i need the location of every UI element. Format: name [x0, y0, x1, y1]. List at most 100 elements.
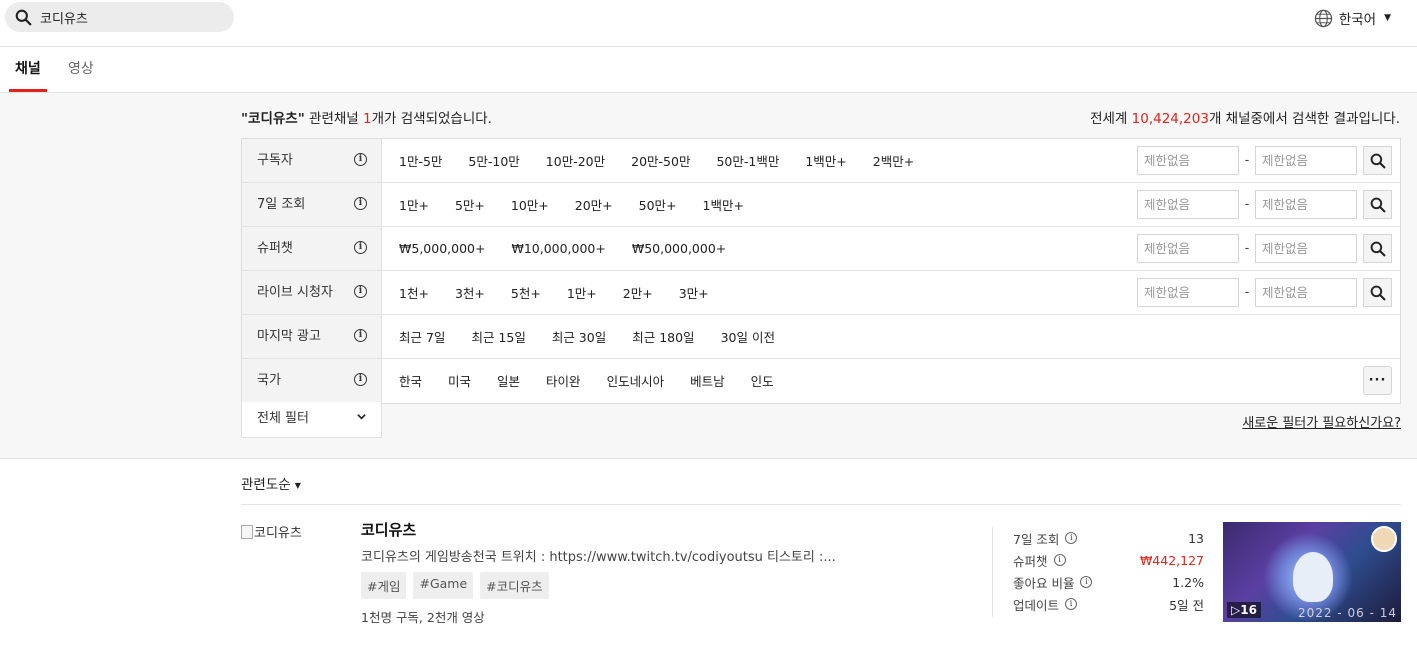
filter-option[interactable]: 1천+ [399, 283, 429, 302]
stat-row: 7일 조회 i 13 [1013, 527, 1204, 549]
range-search-button[interactable] [1363, 278, 1392, 307]
video-date: 2022 - 06 - 14 [1298, 606, 1397, 620]
range-dash: - [1244, 285, 1250, 300]
filter-option[interactable]: 3천+ [455, 283, 485, 302]
channel-tag[interactable]: #Game [413, 572, 474, 599]
range-dash: - [1244, 153, 1250, 168]
range-search-button[interactable] [1363, 234, 1392, 263]
filter-option[interactable]: 1만+ [399, 195, 429, 214]
filter-option[interactable]: ₩10,000,000+ [511, 241, 605, 256]
range-min-input[interactable] [1137, 190, 1239, 219]
avatar [1371, 526, 1397, 552]
more-options-button[interactable]: ··· [1363, 366, 1392, 395]
filter-option[interactable]: 5만-10만 [468, 151, 519, 170]
range-max-input[interactable] [1255, 278, 1357, 307]
filter-label: 마지막 광고 i [242, 315, 382, 358]
info-icon[interactable]: i [1065, 598, 1078, 610]
channel-name[interactable]: 코디유츠 [361, 519, 416, 540]
stat-row: 슈퍼챗 i ₩442,127 [1013, 549, 1204, 571]
filter-option[interactable]: 인도네시아 [607, 371, 665, 390]
filter-option[interactable]: 최근 15일 [471, 327, 525, 346]
filter-option[interactable]: 20만-50만 [631, 151, 690, 170]
search-box[interactable] [5, 2, 234, 32]
range-max-input[interactable] [1255, 190, 1357, 219]
filter-option[interactable]: 50만-1백만 [716, 151, 779, 170]
info-icon[interactable]: i [354, 373, 367, 386]
range-min-input[interactable] [1137, 234, 1239, 263]
filter-options: 1만-5만 5만-10만 10만-20만 20만-50만 50만-1백만 1백만+ 2백만+ [399, 139, 940, 182]
tab-video[interactable]: 영상 [62, 47, 100, 92]
sort-label: 관련도순 [241, 477, 291, 493]
filter-option[interactable]: 최근 7일 [399, 327, 445, 346]
range-min-input[interactable] [1137, 146, 1239, 175]
range-search-button[interactable] [1363, 190, 1392, 219]
globe-icon [1314, 9, 1333, 27]
stat-value: ₩442,127 [1139, 552, 1204, 568]
info-icon[interactable]: i [1065, 532, 1078, 544]
summary-suffix: 개가 검색되었습니다. [371, 111, 492, 127]
info-icon[interactable]: i [354, 329, 367, 342]
filter-row: 7일 조회 i 1만+ 5만+ 10만+ 20만+ 50만+ 1백만+ - [242, 183, 1400, 227]
summary-mid: 관련채널 [304, 111, 364, 127]
filter-label-text: 구독자 [257, 153, 293, 168]
filter-option[interactable]: 최근 30일 [552, 327, 606, 346]
filter-label: 7일 조회 i [242, 183, 382, 226]
filter-label-text: 슈퍼챗 [257, 241, 293, 256]
filter-option[interactable]: 베트남 [690, 371, 725, 390]
range-max-input[interactable] [1255, 234, 1357, 263]
info-icon[interactable]: i [354, 241, 367, 254]
stat-label: 7일 조회 [1013, 531, 1060, 547]
total-count: 10,424,203 [1131, 111, 1209, 127]
range-search-button[interactable] [1363, 146, 1392, 175]
info-icon[interactable]: i [1053, 554, 1066, 566]
filter-option[interactable]: 3만+ [679, 283, 709, 302]
filter-option[interactable]: ₩5,000,000+ [399, 241, 485, 256]
filter-label: 슈퍼챗 i [242, 227, 382, 270]
stat-row: 업데이트 i 5일 전 [1013, 593, 1204, 615]
filter-option[interactable]: 미국 [448, 371, 471, 390]
filter-option[interactable]: 50만+ [639, 195, 677, 214]
filter-option[interactable]: 1만-5만 [399, 151, 442, 170]
summary-query: "코디유츠" [241, 111, 305, 127]
filter-option[interactable]: 1백만+ [805, 151, 846, 170]
filter-option[interactable]: 5만+ [455, 195, 485, 214]
sort-dropdown[interactable]: 관련도순 ▼ [241, 473, 301, 493]
total-prefix: 전세계 [1090, 111, 1132, 127]
filter-option[interactable]: 10만+ [511, 195, 549, 214]
info-icon[interactable]: i [354, 153, 367, 166]
all-filter-button[interactable]: 전체 필터 [241, 402, 382, 438]
new-filter-link[interactable]: 새로운 필터가 필요하신가요? [1242, 412, 1401, 431]
info-icon[interactable]: i [1080, 576, 1093, 588]
filter-option[interactable]: 일본 [497, 371, 520, 390]
language-selector[interactable]: 한국어 ▼ [1314, 8, 1391, 28]
filter-option[interactable]: 1백만+ [703, 195, 744, 214]
total-suffix: 개 채널중에서 검색한 결과입니다. [1208, 111, 1400, 127]
filter-option[interactable]: 1만+ [567, 283, 597, 302]
filter-option[interactable]: 30일 이전 [721, 327, 775, 346]
video-thumbnail[interactable]: ▷16 2022 - 06 - 14 [1223, 522, 1401, 622]
thumbnail-alt-text: 코디유츠 [254, 526, 302, 541]
filter-option[interactable]: 2만+ [623, 283, 653, 302]
filter-option[interactable]: 5천+ [511, 283, 541, 302]
filter-option[interactable]: ₩50,000,000+ [632, 241, 726, 256]
filter-option[interactable]: 한국 [399, 371, 422, 390]
filter-option[interactable]: 2백만+ [873, 151, 914, 170]
info-icon[interactable]: i [354, 285, 367, 298]
filter-options: 1천+ 3천+ 5천+ 1만+ 2만+ 3만+ [399, 271, 735, 314]
tab-channel[interactable]: 채널 [9, 47, 47, 92]
filter-option[interactable]: 인도 [751, 371, 774, 390]
all-filter-label: 전체 필터 [257, 411, 309, 426]
channel-thumbnail[interactable]: 코디유츠 [241, 522, 302, 541]
info-icon[interactable]: i [354, 197, 367, 210]
range-max-input[interactable] [1255, 146, 1357, 175]
filter-option[interactable]: 타이완 [546, 371, 581, 390]
range-min-input[interactable] [1137, 278, 1239, 307]
filter-option[interactable]: 10만-20만 [546, 151, 605, 170]
channel-result[interactable]: 코디유츠 코디유츠 코디유츠의 게임방송천국 트위치 : https://www… [241, 505, 1401, 647]
filter-table: 구독자 i 1만-5만 5만-10만 10만-20만 20만-50만 50만-1백만 1백만+… [241, 138, 1401, 404]
filter-option[interactable]: 최근 180일 [632, 327, 694, 346]
filter-option[interactable]: 20만+ [575, 195, 613, 214]
search-input[interactable] [40, 9, 210, 25]
channel-tag[interactable]: #코디유츠 [480, 572, 549, 599]
channel-tag[interactable]: #게임 [361, 572, 407, 599]
